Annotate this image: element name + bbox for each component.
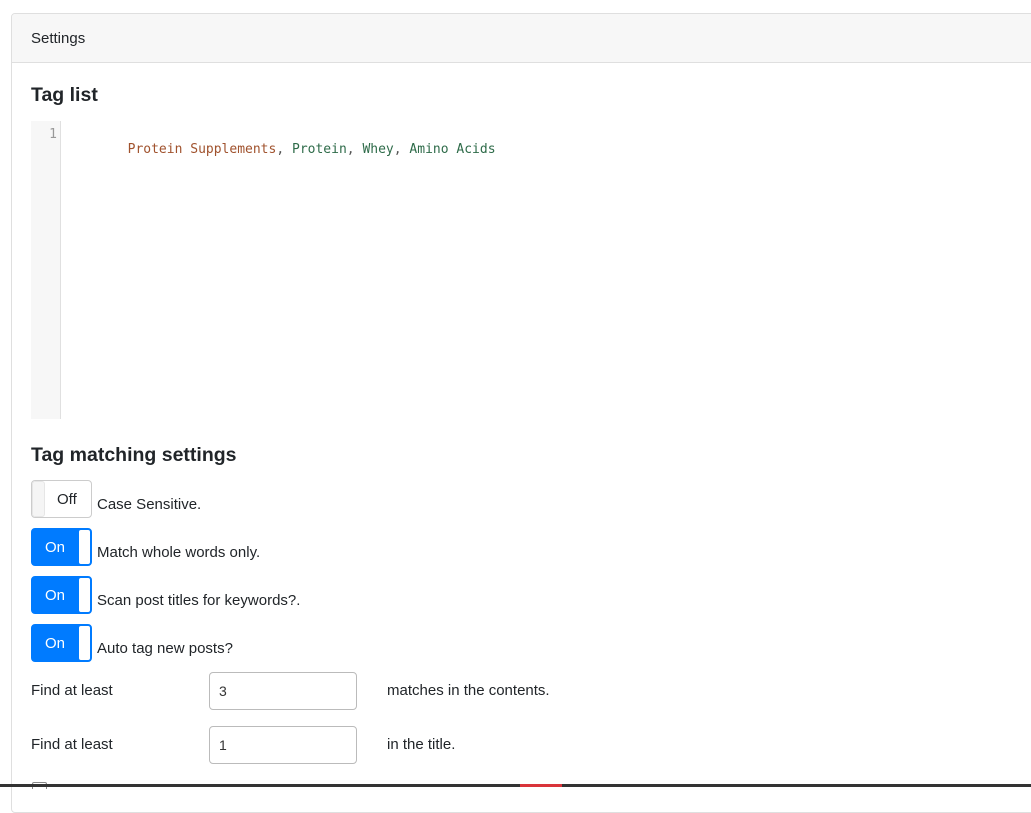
tag-token: Protein Supplements <box>127 142 277 157</box>
find-title-suffix: in the title. <box>387 736 456 753</box>
tag-token: Amino Acids <box>409 142 496 157</box>
tag-token: Whey <box>362 142 394 157</box>
tag-list-editor[interactable]: 1 Protein Supplements, Protein, Whey, Am… <box>31 121 1031 419</box>
find-content-label: Find at least <box>31 682 113 699</box>
whole-words-toggle[interactable]: On <box>31 528 92 566</box>
case-sensitive-row: Off Case Sensitive. <box>31 480 201 518</box>
card-header-title: Settings <box>31 30 86 47</box>
toggle-state: On <box>45 539 66 556</box>
whole-words-row: On Match whole words only. <box>31 528 260 566</box>
tag-token: Protein <box>292 142 347 157</box>
tag-matching-heading: Tag matching settings <box>31 444 237 466</box>
find-title-label: Find at least <box>31 736 113 753</box>
toggle-handle <box>78 529 91 565</box>
scan-titles-label: Scan post titles for keywords?. <box>97 591 301 609</box>
whole-words-label: Match whole words only. <box>97 543 261 561</box>
separator-token: , <box>276 142 292 157</box>
auto-tag-label: Auto tag new posts? <box>97 639 233 657</box>
case-sensitive-label: Case Sensitive. <box>97 495 202 513</box>
settings-card: Settings Tag list 1 Protein Supplements,… <box>11 13 1031 813</box>
line-number: 1 <box>49 127 57 142</box>
toggle-state: On <box>45 587 66 604</box>
scan-titles-row: On Scan post titles for keywords?. <box>31 576 300 614</box>
toggle-handle <box>32 481 45 517</box>
find-title-row: Find at least in the title. <box>31 726 631 764</box>
editor-gutter: 1 <box>31 121 61 419</box>
separator-token: , <box>393 142 410 157</box>
card-body: Tag list 1 Protein Supplements, Protein,… <box>12 63 1031 812</box>
find-content-row: Find at least matches in the contents. <box>31 672 631 710</box>
card-header: Settings <box>12 14 1031 63</box>
editor-line[interactable]: Protein Supplements, Protein, Whey, Amin… <box>65 127 496 172</box>
tag-list-heading: Tag list <box>31 84 98 106</box>
find-content-suffix: matches in the contents. <box>387 682 550 699</box>
toggle-handle <box>78 577 91 613</box>
title-matches-input[interactable] <box>209 726 357 764</box>
scan-titles-toggle[interactable]: On <box>31 576 92 614</box>
toggle-handle <box>78 625 91 661</box>
toggle-state: Off <box>57 491 77 508</box>
auto-tag-row: On Auto tag new posts? <box>31 624 233 662</box>
separator-token: , <box>346 142 363 157</box>
content-matches-input[interactable] <box>209 672 357 710</box>
toggle-state: On <box>45 635 66 652</box>
auto-tag-toggle[interactable]: On <box>31 624 92 662</box>
case-sensitive-toggle[interactable]: Off <box>31 480 92 518</box>
